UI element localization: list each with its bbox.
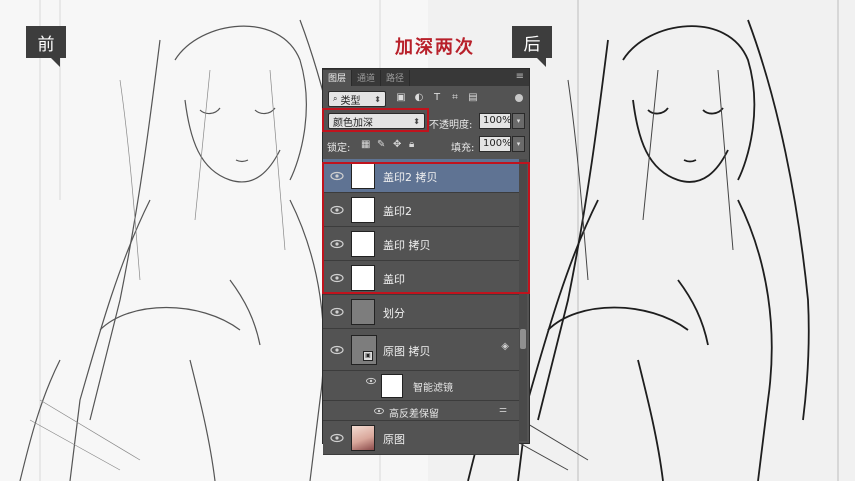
smart-filter-label: 智能滤镜 xyxy=(413,383,453,394)
tab-paths[interactable]: 路径 xyxy=(381,70,411,86)
filter-kind-select[interactable]: ⌕ 类型 ⬍ xyxy=(328,91,386,107)
layer-name: 划分 xyxy=(383,306,405,320)
scrollbar-thumb[interactable] xyxy=(520,329,526,349)
fill-label: 填充: xyxy=(451,143,475,154)
chevron-updown-icon: ⬍ xyxy=(374,94,381,104)
eye-icon[interactable] xyxy=(373,406,385,416)
adjustment-filter-icon[interactable]: ◐ xyxy=(413,92,425,104)
opacity-label: 不透明度: xyxy=(429,120,473,131)
search-icon: ⌕ xyxy=(333,94,338,103)
before-label: 前 xyxy=(26,26,66,67)
filter-mask-thumbnail xyxy=(381,374,403,398)
filter-toggle-icon[interactable] xyxy=(515,94,523,102)
lock-paint-icon[interactable]: ✎ xyxy=(377,139,385,150)
smart-filter-row[interactable]: 智能滤镜 xyxy=(323,371,519,401)
filter-options-icon[interactable]: ⚌ xyxy=(499,405,507,415)
after-label: 后 xyxy=(512,26,552,67)
opacity-field[interactable]: 100% xyxy=(479,113,512,129)
fill-dropdown-icon[interactable]: ▾ xyxy=(512,136,525,152)
layer-row[interactable]: 原图 xyxy=(323,421,519,455)
lock-all-icon[interactable]: 🔒︎ xyxy=(409,139,414,150)
layer-row[interactable]: ▣ 原图 拷贝 ◈ xyxy=(323,329,519,371)
layer-name: 原图 xyxy=(383,432,405,446)
eye-icon[interactable] xyxy=(365,376,377,386)
filter-effect-name: 高反差保留 xyxy=(389,409,439,420)
tab-channels[interactable]: 通道 xyxy=(352,70,382,86)
smart-filter-indicator-icon[interactable]: ◈ xyxy=(501,341,509,352)
eye-icon[interactable] xyxy=(329,432,345,444)
smart-object-badge-icon: ▣ xyxy=(363,351,373,361)
lock-move-icon[interactable]: ✥ xyxy=(393,139,401,150)
filter-effect-row[interactable]: 高反差保留 ⚌ xyxy=(323,401,519,421)
layer-thumbnail xyxy=(351,425,375,451)
layer-thumbnail xyxy=(351,299,375,325)
tab-layers[interactable]: 图层 xyxy=(323,70,353,86)
headline-text: 加深两次 xyxy=(395,37,475,58)
opacity-dropdown-icon[interactable]: ▾ xyxy=(512,113,525,129)
filter-kind-value: 类型 xyxy=(340,95,361,107)
layer-name: 原图 拷贝 xyxy=(383,344,431,358)
lock-row: 锁定: ▦ ✎ ✥ 🔒︎ 填充: 100% ▾ xyxy=(323,135,529,157)
pixel-filter-icon[interactable]: ▣ xyxy=(395,92,407,104)
smartobject-filter-icon[interactable]: ▤ xyxy=(467,92,479,104)
eye-icon[interactable] xyxy=(329,344,345,356)
lock-label: 锁定: xyxy=(327,143,351,154)
blend-mode-highlight-box xyxy=(322,108,429,132)
lock-transparent-icon[interactable]: ▦ xyxy=(361,139,370,150)
shape-filter-icon[interactable]: ⌗ xyxy=(449,92,461,104)
layers-highlight-box xyxy=(322,162,530,294)
type-filter-icon[interactable]: T xyxy=(431,92,443,104)
layer-row[interactable]: 划分 xyxy=(323,295,519,329)
fill-field[interactable]: 100% xyxy=(479,136,512,152)
eye-icon[interactable] xyxy=(329,306,345,318)
panel-tabbar: 图层 通道 路径 ≡ xyxy=(323,69,529,86)
panel-menu-icon[interactable]: ≡ xyxy=(516,71,524,82)
